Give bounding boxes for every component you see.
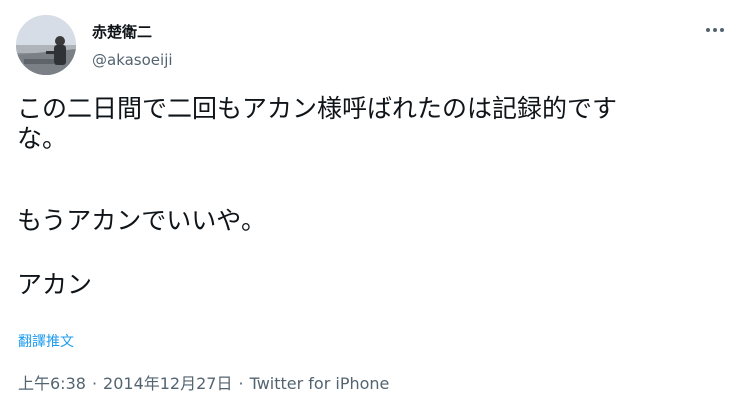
dot [720,28,724,32]
separator: · [91,374,98,393]
tweet-line: アカン [17,270,93,299]
tweet-line: もうアカンでいいや。 [17,206,267,235]
tweet-time[interactable]: 上午6:38 [18,374,86,394]
avatar-photo [16,15,76,75]
avatar[interactable] [16,15,76,75]
tweet-metadata: 上午6:38 · 2014年12月27日 · Twitter for iPhon… [18,374,389,394]
tweet-text: この二日間で二回もアカン様呼ばれたのは記録的です な。 もうアカンでいいや。 ア… [17,94,729,300]
user-handle[interactable]: @akasoeiji [92,50,173,70]
tweet-line: な。 [17,124,68,153]
translate-tweet-link[interactable]: 翻譯推文 [18,333,74,351]
dot [713,28,717,32]
display-name[interactable]: 赤楚衛二 [92,22,152,42]
dot [706,28,710,32]
tweet-date[interactable]: 2014年12月27日 [103,374,232,394]
separator: · [238,374,244,393]
tweet-source[interactable]: Twitter for iPhone [250,374,390,394]
tweet-card: 赤楚衛二 @akasoeiji この二日間で二回もアカン様呼ばれたのは記録的です… [0,0,742,412]
more-horizontal-icon[interactable] [700,20,730,40]
tweet-line: この二日間で二回もアカン様呼ばれたのは記録的です [17,94,618,123]
